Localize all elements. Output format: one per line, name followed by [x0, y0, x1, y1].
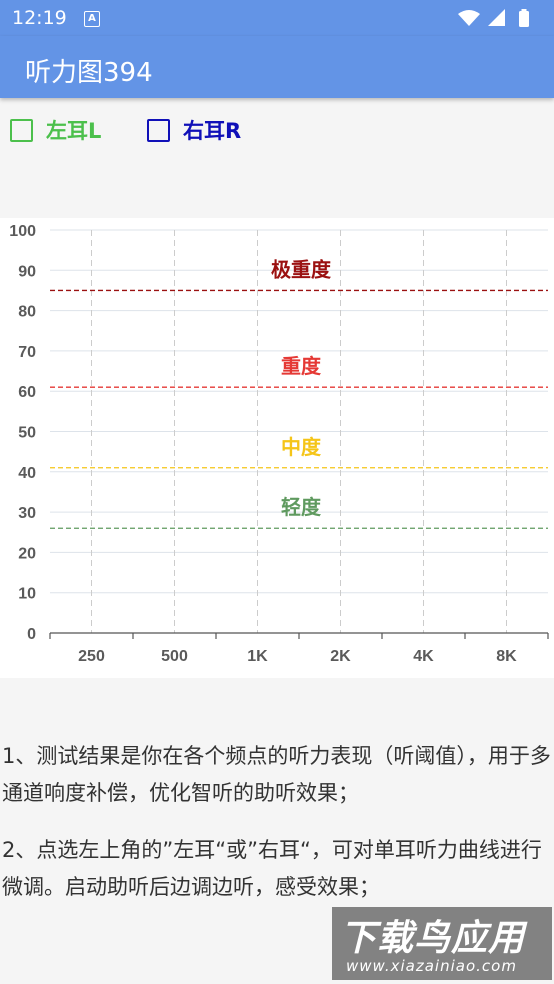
left-ear-label: 左耳L [46, 119, 102, 143]
y-tick-label: 50 [18, 425, 36, 442]
status-time: 12:19 [12, 7, 67, 29]
y-tick-label: 0 [27, 626, 36, 643]
left-ear-checkbox[interactable] [10, 118, 33, 142]
watermark-logo-text: 下载鸟应用 [340, 918, 526, 959]
y-tick-label: 10 [18, 586, 36, 603]
left-ear-toggle[interactable]: 左耳L [10, 115, 101, 145]
y-tick-label: 60 [18, 384, 36, 401]
threshold-label: 中度 [281, 435, 322, 459]
y-tick-label: 40 [18, 465, 36, 482]
x-tick-label: 8K [496, 648, 517, 665]
y-tick-label: 90 [18, 263, 36, 280]
y-tick-label: 80 [18, 304, 36, 321]
status-icons [458, 9, 529, 27]
description-paragraph-2: 2、点选左上角的”左耳“或”右耳“，可对单耳听力曲线进行微调。启动助听后边调边听… [2, 838, 542, 899]
threshold-label: 极重度 [271, 257, 332, 281]
battery-icon [519, 9, 529, 27]
x-tick-label: 2K [330, 648, 351, 665]
app-bar: 听力图394 [0, 36, 554, 98]
x-tick-label: 4K [413, 648, 434, 665]
x-tick-label: 1K [247, 648, 268, 665]
wifi-icon [458, 10, 480, 26]
notification-icon: A [84, 11, 100, 27]
description: 1、测试结果是你在各个频点的听力表现（听阈值），用于多通道响度补偿，优化智听的助… [0, 738, 554, 926]
signal-icon [488, 9, 505, 26]
audiogram-svg: 0 10 20 30 40 50 60 70 80 90 100 250 500 1K 2K 4K 8K 轻度 中度… [9, 223, 549, 665]
y-tick-label: 30 [18, 505, 36, 522]
threshold-label: 重度 [281, 354, 322, 378]
audiogram-chart[interactable]: 0 10 20 30 40 50 60 70 80 90 100 250 500 1K 2K 4K 8K 轻度 中度… [0, 218, 554, 678]
x-tick-label: 250 [78, 648, 105, 665]
status-bar: 12:19 A [0, 0, 554, 36]
description-paragraph-1: 1、测试结果是你在各个频点的听力表现（听阈值），用于多通道响度补偿，优化智听的助… [2, 744, 551, 805]
x-tick-label: 500 [161, 648, 188, 665]
threshold-label: 轻度 [281, 495, 322, 519]
y-tick-label: 20 [18, 545, 36, 562]
watermark: 下载鸟应用 www.xiazainiao.com [332, 907, 552, 980]
watermark-url: www.xiazainiao.com [346, 957, 517, 975]
right-ear-toggle[interactable]: 右耳R [147, 115, 241, 145]
right-ear-label: 右耳R [183, 119, 242, 143]
right-ear-checkbox[interactable] [147, 118, 170, 142]
app-title: 听力图394 [25, 58, 153, 88]
y-tick-label: 70 [18, 344, 36, 361]
y-tick-label: 100 [9, 223, 36, 240]
